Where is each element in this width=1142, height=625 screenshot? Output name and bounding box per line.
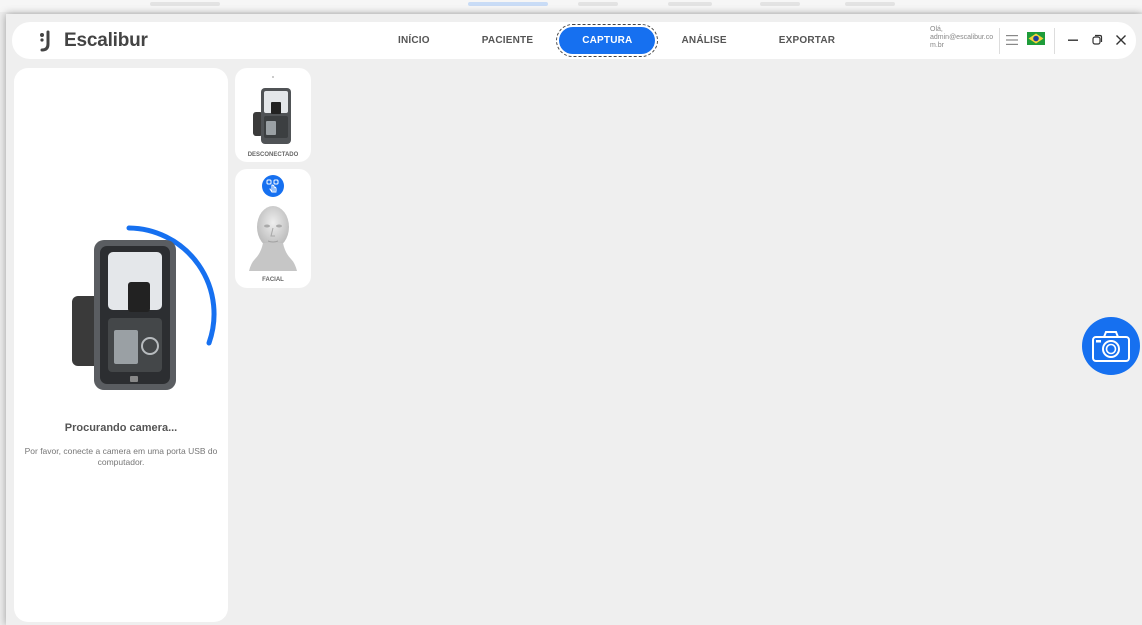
nav-paciente[interactable]: PACIENTE (456, 27, 559, 54)
user-info: Olá, admin@escalibur.com.br (930, 26, 998, 50)
restore-icon[interactable] (1088, 31, 1106, 49)
nav-inicio[interactable]: INÍCIO (372, 27, 456, 54)
touch-select-icon[interactable] (262, 175, 284, 197)
hamburger-menu-icon[interactable] (1005, 33, 1019, 47)
app-name: Escalibur (64, 30, 148, 51)
camera-status-title: Procurando camera... (64, 422, 178, 434)
capture-button[interactable] (1082, 317, 1140, 375)
scanner-device-icon (253, 88, 291, 144)
nav-captura[interactable]: CAPTURA (556, 24, 659, 57)
logo-icon (40, 30, 50, 52)
user-greeting: Olá, (930, 26, 943, 33)
background-window-strip (0, 0, 1142, 12)
minimize-icon[interactable] (1064, 31, 1082, 49)
brazil-flag-icon[interactable] (1027, 32, 1045, 45)
nav-analise[interactable]: ANÁLISE (655, 27, 752, 54)
fingerprint-scanner-icon (72, 225, 217, 390)
nav-exportar[interactable]: EXPORTAR (753, 27, 861, 54)
device-card-desconectado[interactable]: DESCONECTADO (235, 68, 311, 162)
device-card-facial[interactable]: FACIAL (235, 169, 311, 288)
top-bar: Escalibur INÍCIO PACIENTE CAPTURA ANÁLIS… (12, 22, 1136, 59)
divider (999, 28, 1000, 54)
face-head-icon (249, 206, 297, 271)
app-logo[interactable]: Escalibur (34, 28, 148, 54)
camera-search-panel: Procurando camera... Por favor, conecte … (14, 68, 228, 622)
camera-status-description: Por favor, conecte a camera em uma porta… (24, 446, 218, 467)
camera-icon (1092, 331, 1130, 362)
close-icon[interactable] (1112, 31, 1130, 49)
app-window: Escalibur INÍCIO PACIENTE CAPTURA ANÁLIS… (6, 14, 1142, 625)
main-nav: INÍCIO PACIENTE CAPTURA ANÁLISE EXPORTAR (372, 24, 861, 57)
device-label: FACIAL (262, 277, 284, 283)
device-label: DESCONECTADO (247, 152, 299, 158)
divider (1054, 28, 1055, 54)
user-email: admin@escalibur.com.br (930, 34, 994, 49)
